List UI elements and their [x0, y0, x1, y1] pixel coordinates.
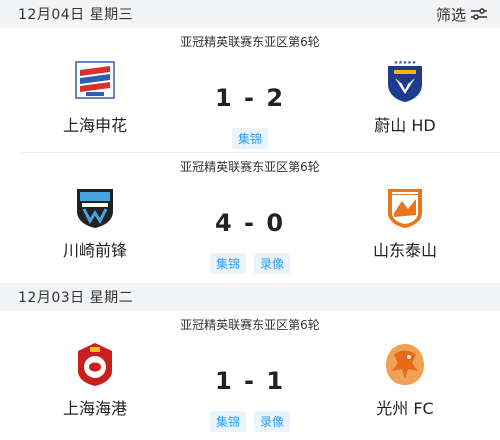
away-team-name: 光州 FC [376, 399, 434, 418]
match-card[interactable]: 亚冠精英联赛东亚区第6轮 上海海港 1 - 1 光州 FC 集锦 录像 [0, 311, 500, 440]
competition-label: 亚冠精英联赛东亚区第6轮 [180, 318, 320, 332]
highlights-tag[interactable]: 集锦 [209, 253, 246, 274]
home-team[interactable]: 上海海港 [30, 341, 160, 419]
ulsan-hd-logo-icon: ★★★★★ [388, 60, 422, 102]
replay-tag[interactable]: 录像 [254, 411, 291, 432]
gwangju-fc-logo-icon [386, 344, 424, 385]
home-team-name: 上海海港 [62, 399, 127, 418]
media-tags: 集锦 [150, 128, 350, 149]
match-score: 1 - 2 [214, 84, 286, 112]
filter-button[interactable]: 筛选 [436, 4, 488, 25]
highlights-tag[interactable]: 集锦 [209, 411, 246, 432]
match-card[interactable]: 亚冠精英联赛东亚区第6轮 川崎前锋 4 - 0 山东泰山 集锦 录像 [0, 153, 500, 283]
date-label: 12月04日 星期三 [18, 7, 134, 23]
home-team[interactable]: 上海申花 [30, 58, 160, 136]
kawasaki-frontale-logo-icon [77, 189, 113, 228]
filter-label: 筛选 [435, 5, 466, 24]
match-card[interactable]: 亚冠精英联赛东亚区第6轮 上海申花 1 - 2 ★★★★★ 蔚山 HD 集锦 [0, 28, 500, 158]
replay-tag[interactable]: 录像 [254, 253, 291, 274]
competition-label: 亚冠精英联赛东亚区第6轮 [180, 35, 320, 49]
media-tags: 集锦 录像 [150, 253, 350, 274]
shanghai-port-logo-icon [78, 343, 112, 386]
competition-label: 亚冠精英联赛东亚区第6轮 [180, 160, 320, 174]
away-team-name: 蔚山 HD [374, 116, 436, 135]
highlights-tag[interactable]: 集锦 [231, 128, 268, 149]
media-tags: 集锦 录像 [150, 411, 350, 432]
date-header: 12月04日 星期三 筛选 [0, 0, 500, 28]
shandong-taishan-logo-icon [388, 189, 422, 228]
home-team-name: 上海申花 [62, 116, 127, 135]
shanghai-shenhua-logo-icon [75, 61, 115, 99]
home-team[interactable]: 川崎前锋 [30, 183, 160, 261]
match-score: 4 - 0 [214, 209, 286, 237]
away-team[interactable]: 山东泰山 [340, 183, 470, 261]
away-team[interactable]: ★★★★★ 蔚山 HD [340, 58, 470, 136]
away-team[interactable]: 光州 FC [340, 341, 470, 419]
match-score: 1 - 1 [214, 367, 286, 395]
svg-text:★★★★★: ★★★★★ [394, 60, 417, 66]
home-team-name: 川崎前锋 [62, 241, 127, 260]
date-header: 12月03日 星期二 [0, 283, 500, 311]
filter-sliders-icon [471, 8, 487, 20]
away-team-name: 山东泰山 [372, 241, 437, 260]
date-label: 12月03日 星期二 [18, 290, 134, 306]
